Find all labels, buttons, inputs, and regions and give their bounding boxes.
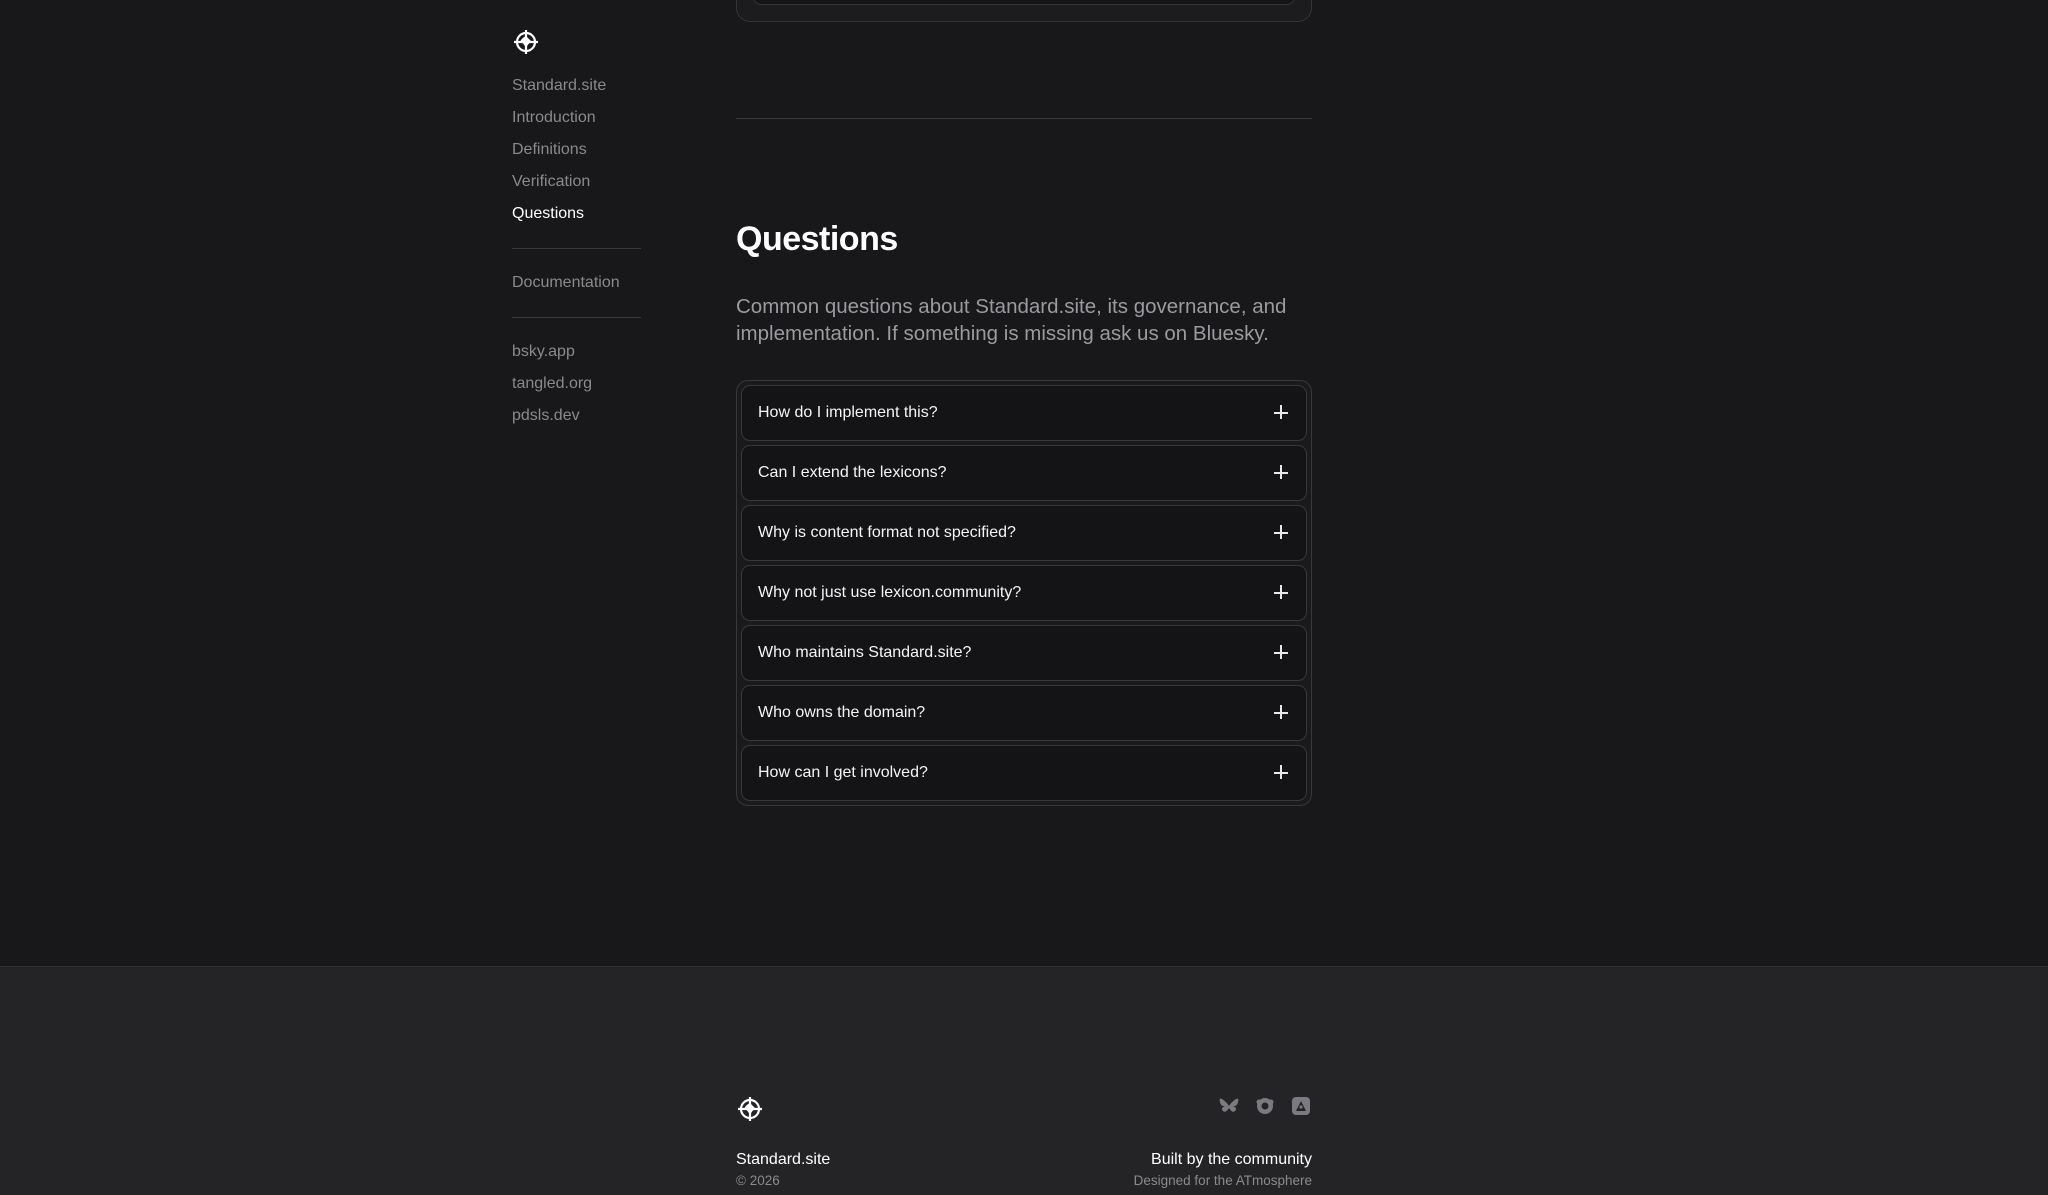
faq-item-content-format[interactable]: Why is content format not specified?: [741, 505, 1307, 561]
footer-designed-for: Designed for the ATmosphere: [1133, 1173, 1312, 1188]
faq-item-implement[interactable]: How do I implement this?: [741, 385, 1307, 441]
sidebar-link-bsky[interactable]: bsky.app: [512, 342, 642, 362]
plus-icon[interactable]: [1274, 525, 1290, 541]
faq-item-domain-owner[interactable]: Who owns the domain?: [741, 685, 1307, 741]
sidebar-item-documentation[interactable]: Documentation: [512, 273, 642, 293]
faq-question: Who owns the domain?: [758, 704, 926, 721]
faq-question: How can I get involved?: [758, 764, 928, 781]
plus-icon[interactable]: [1274, 765, 1290, 781]
questions-description: Common questions about Standard.site, it…: [736, 295, 1287, 345]
sidebar-link-pdsls[interactable]: pdsls.dev: [512, 406, 642, 426]
standard-site-logo-icon[interactable]: [736, 1095, 764, 1123]
faq-item-get-involved[interactable]: How can I get involved?: [741, 745, 1307, 801]
pdsls-icon[interactable]: [1290, 1095, 1312, 1117]
faq-question: How do I implement this?: [758, 404, 938, 421]
site-footer: Standard.site © 2026 Built by the commun…: [0, 966, 2048, 1195]
sidebar-item-questions[interactable]: Questions: [512, 204, 642, 224]
tangled-icon[interactable]: [1254, 1095, 1276, 1117]
plus-icon[interactable]: [1274, 405, 1290, 421]
sidebar-link-tangled[interactable]: tangled.org: [512, 374, 642, 394]
footer-site-name: Standard.site: [736, 1151, 831, 1168]
faq-item-maintainers[interactable]: Who maintains Standard.site?: [741, 625, 1307, 681]
faq-question: Why is content format not specified?: [758, 524, 1016, 541]
footer-built-by: Built by the community: [1151, 1151, 1312, 1168]
faq-item-extend-lexicons[interactable]: Can I extend the lexicons?: [741, 445, 1307, 501]
plus-icon[interactable]: [1274, 645, 1290, 661]
section-divider: [736, 118, 1312, 119]
sidebar-divider: [512, 317, 641, 318]
sidebar-item-introduction[interactable]: Introduction: [512, 108, 642, 128]
sidebar-item-definitions[interactable]: Definitions: [512, 140, 642, 160]
sidebar: Standard.site Introduction Definitions V…: [512, 28, 642, 438]
bluesky-icon[interactable]: [1218, 1095, 1240, 1117]
plus-icon[interactable]: [1274, 705, 1290, 721]
footer-inner: Standard.site © 2026 Built by the commun…: [736, 967, 1312, 1195]
plus-icon[interactable]: [1274, 465, 1290, 481]
previous-section-card: [736, 0, 1312, 22]
sidebar-external-links: bsky.app tangled.org pdsls.dev: [512, 342, 642, 426]
sidebar-docs: Documentation: [512, 273, 642, 293]
footer-social-icons: [1218, 1095, 1312, 1117]
footer-copyright: © 2026: [736, 1173, 780, 1188]
faq-question: Can I extend the lexicons?: [758, 464, 947, 481]
sidebar-nav: Standard.site Introduction Definitions V…: [512, 76, 642, 224]
faq-question: Why not just use lexicon.community?: [758, 584, 1022, 601]
faq-accordion: How do I implement this? Can I extend th…: [736, 380, 1312, 806]
sidebar-divider: [512, 248, 641, 249]
questions-heading: Questions: [736, 220, 898, 258]
standard-site-logo-icon[interactable]: [512, 28, 540, 56]
faq-question: Who maintains Standard.site?: [758, 644, 972, 661]
plus-icon[interactable]: [1274, 585, 1290, 601]
faq-item-lexicon-community[interactable]: Why not just use lexicon.community?: [741, 565, 1307, 621]
previous-section-card-inner: [753, 0, 1295, 5]
sidebar-item-verification[interactable]: Verification: [512, 172, 642, 192]
sidebar-item-standard-site[interactable]: Standard.site: [512, 76, 642, 96]
